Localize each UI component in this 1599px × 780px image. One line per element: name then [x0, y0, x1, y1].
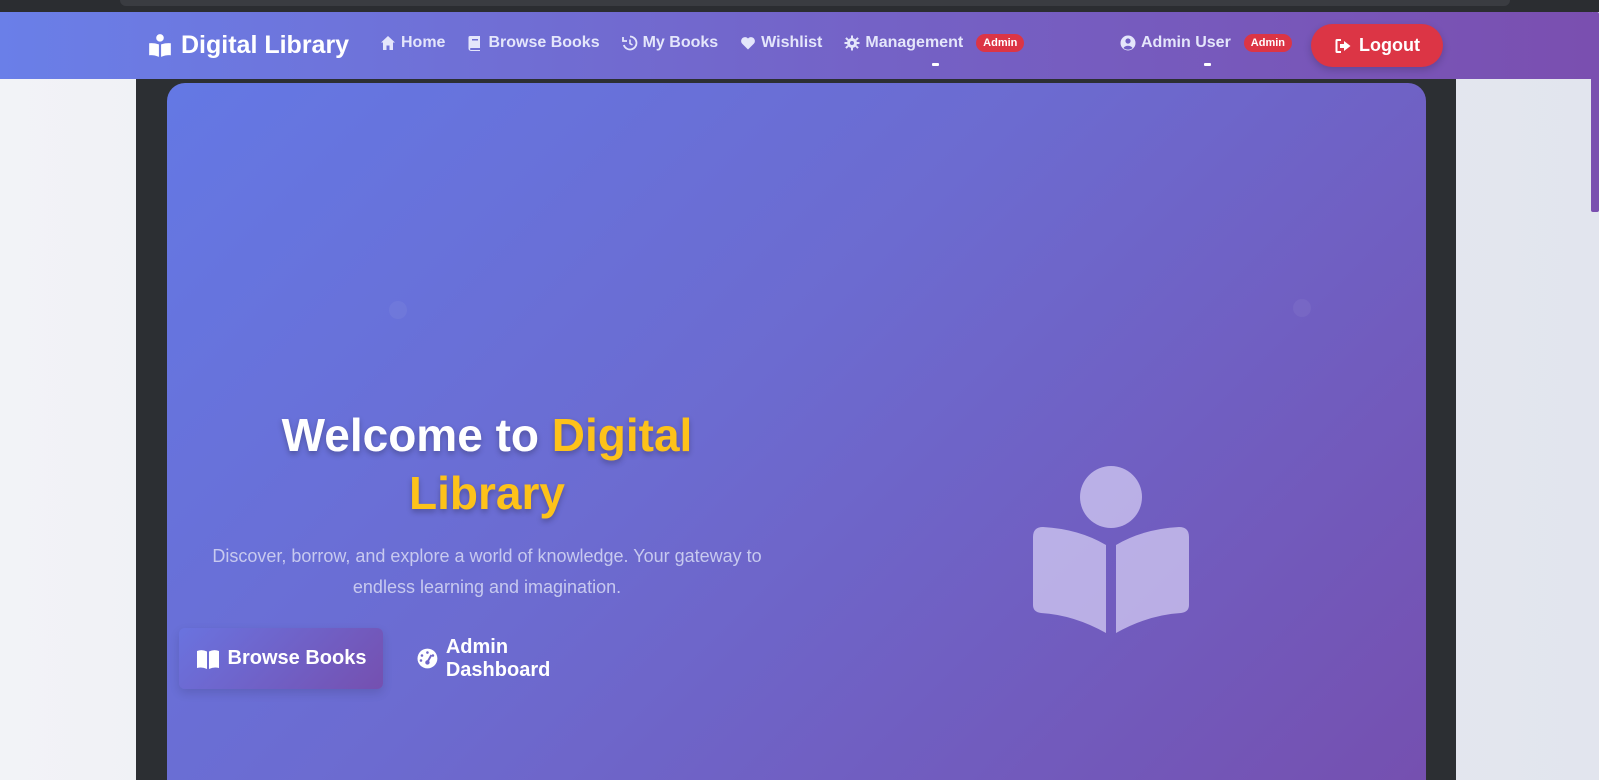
hero-title-accent-line2: Library	[409, 467, 565, 519]
user-name: Admin User	[1141, 34, 1231, 51]
logout-label: Logout	[1359, 35, 1420, 55]
user-circle-icon	[1120, 35, 1136, 51]
user-dropdown-indicator	[1204, 63, 1211, 66]
home-icon	[381, 36, 395, 50]
brand-name: Digital Library	[181, 31, 350, 59]
nav-management-label: Management	[865, 34, 964, 51]
hero-section: Welcome to Digital Library Discover, bor…	[167, 83, 1426, 780]
nav-my-books-label: My Books	[642, 34, 719, 51]
nav-browse-books-label: Browse Books	[488, 34, 600, 51]
navbar: Digital Library Home Browse Books My Boo…	[0, 12, 1592, 79]
nav-wishlist-label: Wishlist	[761, 34, 823, 51]
nav-management[interactable]: Management Admin	[844, 34, 1025, 66]
browse-books-button-label: Browse Books	[227, 647, 367, 669]
admin-dashboard-button[interactable]: Admin Dashboard	[417, 628, 617, 689]
user-role-badge: Admin	[1243, 34, 1293, 52]
nav-my-books[interactable]: My Books	[621, 34, 719, 52]
logout-button[interactable]: Logout	[1311, 24, 1443, 67]
nav-links: Home Browse Books My Books Wishlist Mana…	[380, 34, 1025, 66]
admin-dashboard-button-label: Admin Dashboard	[445, 635, 551, 681]
book-icon	[468, 36, 481, 51]
browse-books-button[interactable]: Browse Books	[179, 628, 383, 689]
decor-dot	[1293, 299, 1311, 317]
admin-badge: Admin	[976, 34, 1025, 52]
heart-icon	[741, 37, 756, 50]
reader-illustration-icon	[1033, 466, 1189, 633]
browser-top-strip	[0, 0, 1599, 12]
sign-out-icon	[1335, 38, 1351, 53]
user-menu[interactable]: Admin User Admin	[1120, 34, 1293, 66]
gear-icon	[844, 35, 860, 51]
nav-wishlist[interactable]: Wishlist	[740, 34, 822, 52]
open-book-icon	[196, 649, 219, 669]
hero-title-accent: Digital	[551, 409, 693, 461]
brand-logo[interactable]: Digital Library	[147, 31, 349, 60]
nav-home-label: Home	[401, 34, 446, 51]
page-scrollbar[interactable]	[1591, 12, 1599, 212]
reader-icon	[149, 33, 171, 57]
hero-subtitle: Discover, borrow, and explore a world of…	[212, 546, 762, 597]
dropdown-indicator	[932, 63, 940, 66]
hero-title: Welcome to Digital Library	[167, 406, 807, 522]
history-icon	[621, 35, 637, 51]
nav-browse-books[interactable]: Browse Books	[467, 34, 600, 52]
nav-home[interactable]: Home	[380, 34, 445, 52]
dashboard-gauge-icon	[417, 648, 438, 669]
hero-title-prefix: Welcome to	[281, 409, 552, 461]
decor-dot	[389, 301, 407, 319]
